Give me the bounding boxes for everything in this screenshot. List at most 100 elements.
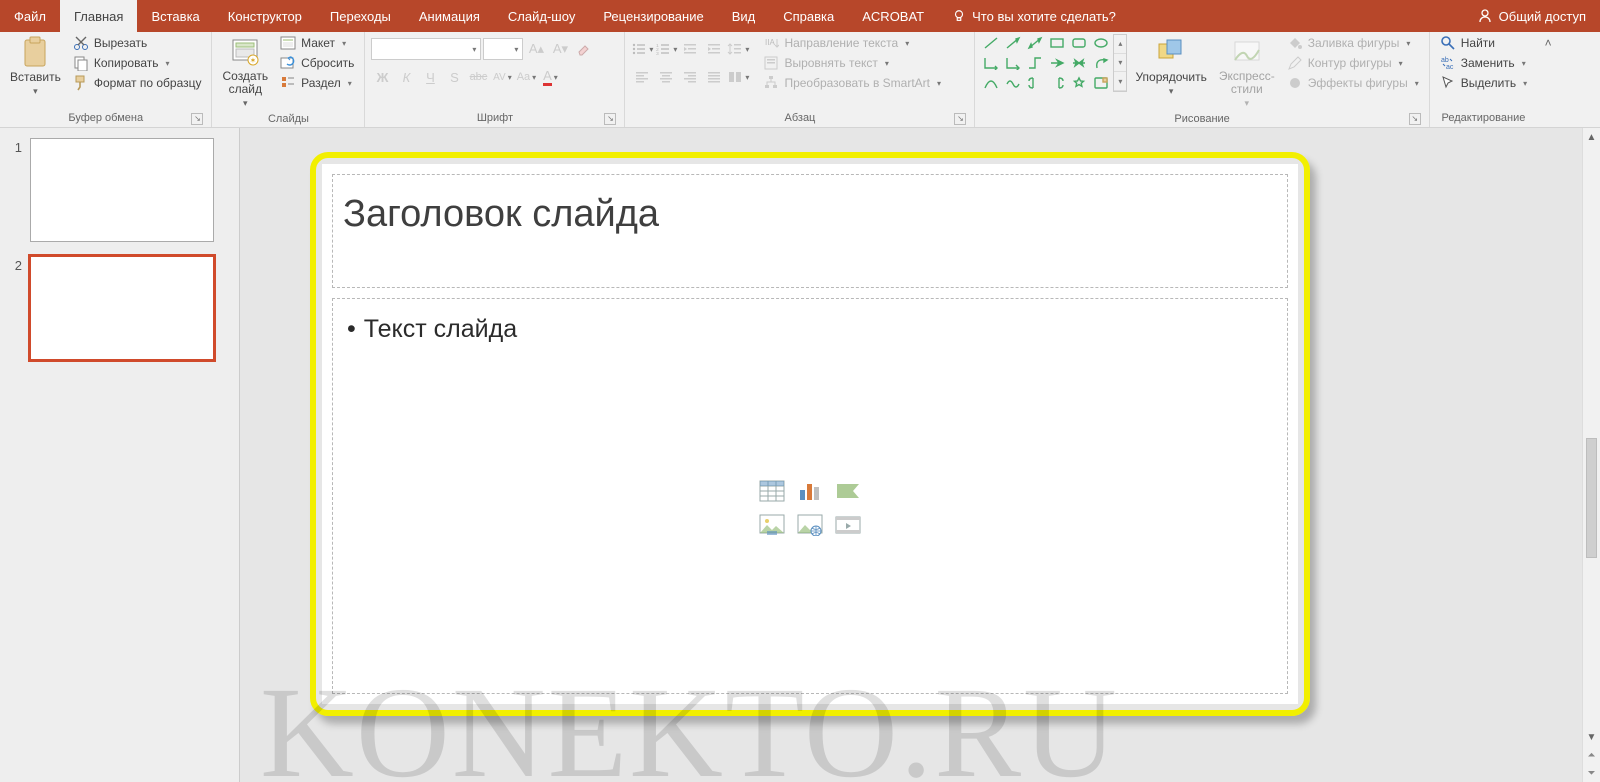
group-slides-label: Слайды xyxy=(218,111,358,127)
reset-icon xyxy=(280,55,296,71)
paragraph-dialog-launcher[interactable]: ↘ xyxy=(954,113,966,125)
new-slide-button[interactable]: ✶ Создать слайд ▾ xyxy=(218,34,272,111)
align-center-button[interactable] xyxy=(655,66,677,88)
slide-thumbnail-1[interactable] xyxy=(30,138,214,242)
underline-button[interactable]: Ч xyxy=(419,66,441,88)
scroll-down-arrow[interactable]: ▼ xyxy=(1583,728,1600,746)
strikethrough-button[interactable]: abc xyxy=(467,66,489,88)
content-placeholder-text: •Текст слайда xyxy=(347,315,1273,344)
tab-slideshow[interactable]: Слайд-шоу xyxy=(494,0,589,32)
insert-table-icon[interactable] xyxy=(757,478,787,504)
tab-file[interactable]: Файл xyxy=(0,0,60,32)
share-icon xyxy=(1477,8,1493,24)
title-placeholder[interactable]: Заголовок слайда xyxy=(332,174,1288,288)
change-case-button[interactable]: Aa▾ xyxy=(515,66,537,88)
cut-button[interactable]: Вырезать xyxy=(69,34,206,52)
collapse-ribbon-button[interactable]: ˄ xyxy=(1545,36,1552,50)
replace-label: Заменить xyxy=(1461,56,1515,70)
decrease-font-button[interactable]: A▾ xyxy=(549,38,571,60)
tab-animation[interactable]: Анимация xyxy=(405,0,494,32)
increase-indent-button[interactable] xyxy=(703,38,725,60)
tab-insert[interactable]: Вставка xyxy=(137,0,213,32)
format-painter-button[interactable]: Формат по образцу xyxy=(69,74,206,92)
replace-button[interactable]: abac Заменить▾ xyxy=(1436,54,1531,72)
new-slide-icon: ✶ xyxy=(229,36,261,68)
insert-picture-icon[interactable] xyxy=(757,512,787,538)
numbering-icon: 123 xyxy=(655,41,671,57)
shape-effects-button[interactable]: Эффекты фигуры▾ xyxy=(1283,74,1423,92)
italic-button[interactable]: К xyxy=(395,66,417,88)
tab-acrobat[interactable]: ACROBAT xyxy=(848,0,938,32)
clipboard-icon xyxy=(19,36,51,68)
indent-icon xyxy=(706,41,722,57)
arrange-icon xyxy=(1155,36,1187,68)
decrease-indent-button[interactable] xyxy=(679,38,701,60)
scroll-thumb[interactable] xyxy=(1586,438,1597,558)
bold-button[interactable]: Ж xyxy=(371,66,393,88)
increase-font-button[interactable]: A▴ xyxy=(525,38,547,60)
insert-video-icon[interactable] xyxy=(833,512,863,538)
scroll-up-arrow[interactable]: ▲ xyxy=(1583,128,1600,146)
font-size-combo[interactable]: ▾ xyxy=(483,38,523,60)
insert-smartart-icon[interactable] xyxy=(833,478,863,504)
text-direction-button[interactable]: IIA Направление текста▾ xyxy=(759,34,945,52)
justify-button[interactable] xyxy=(703,66,725,88)
group-font-label: Шрифт xyxy=(477,112,513,124)
align-right-button[interactable] xyxy=(679,66,701,88)
quick-styles-button[interactable]: Экспресс- стили ▾ xyxy=(1215,34,1279,111)
shape-outline-button[interactable]: Контур фигуры▾ xyxy=(1283,54,1423,72)
text-shadow-button[interactable]: S xyxy=(443,66,465,88)
next-slide-button[interactable]: ⏷ xyxy=(1583,764,1600,782)
clipboard-dialog-launcher[interactable]: ↘ xyxy=(191,113,203,125)
layout-button[interactable]: Макет▾ xyxy=(276,34,358,52)
arrange-button[interactable]: Упорядочить ▾ xyxy=(1131,34,1210,99)
svg-text:✶: ✶ xyxy=(250,56,257,65)
font-color-button[interactable]: A▾ xyxy=(539,66,561,88)
group-clipboard-label: Буфер обмена xyxy=(68,112,143,124)
convert-smartart-button[interactable]: Преобразовать в SmartArt▾ xyxy=(759,74,945,92)
brush-icon xyxy=(73,75,89,91)
tab-home[interactable]: Главная xyxy=(60,0,137,32)
section-button[interactable]: Раздел▾ xyxy=(276,74,358,92)
slide[interactable]: Заголовок слайда •Текст слайда xyxy=(322,164,1298,704)
tab-design[interactable]: Конструктор xyxy=(214,0,316,32)
bullets-button[interactable]: ▾ xyxy=(631,38,653,60)
columns-button[interactable]: ▾ xyxy=(727,66,749,88)
shape-fill-button[interactable]: Заливка фигуры▾ xyxy=(1283,34,1423,52)
insert-chart-icon[interactable] xyxy=(795,478,825,504)
prev-slide-button[interactable]: ⏶ xyxy=(1583,746,1600,764)
tab-help[interactable]: Справка xyxy=(769,0,848,32)
shapes-gallery[interactable] xyxy=(981,34,1111,92)
drawing-dialog-launcher[interactable]: ↘ xyxy=(1409,113,1421,125)
insert-online-picture-icon[interactable] xyxy=(795,512,825,538)
svg-text:ac: ac xyxy=(1446,64,1454,71)
tab-review[interactable]: Рецензирование xyxy=(589,0,717,32)
reset-button[interactable]: Сбросить xyxy=(276,54,358,72)
clear-formatting-button[interactable] xyxy=(573,38,595,60)
slide-thumbnail-2[interactable] xyxy=(30,256,214,360)
tab-view[interactable]: Вид xyxy=(718,0,770,32)
tell-me-search[interactable]: Что вы хотите сделать? xyxy=(938,0,1130,32)
align-text-button[interactable]: Выровнять текст▾ xyxy=(759,54,945,72)
shapes-gallery-scroll[interactable]: ▴▾▾ xyxy=(1113,34,1127,92)
content-placeholder[interactable]: •Текст слайда xyxy=(332,298,1288,694)
slide-canvas-area[interactable]: Заголовок слайда •Текст слайда KONEKTO.R… xyxy=(240,128,1582,782)
numbering-button[interactable]: 123▾ xyxy=(655,38,677,60)
workspace: 1 2 Заголовок слайда •Текст слайда xyxy=(0,128,1600,782)
font-dialog-launcher[interactable]: ↘ xyxy=(604,113,616,125)
thumb-number-1: 1 xyxy=(10,138,22,155)
align-left-button[interactable] xyxy=(631,66,653,88)
char-spacing-button[interactable]: AV▾ xyxy=(491,66,513,88)
font-name-combo[interactable]: ▾ xyxy=(371,38,481,60)
line-spacing-button[interactable]: ▾ xyxy=(727,38,749,60)
vertical-scrollbar[interactable]: ▲ ▼ ⏶ ⏷ xyxy=(1582,128,1600,782)
find-button[interactable]: Найти xyxy=(1436,34,1531,52)
select-button[interactable]: Выделить▾ xyxy=(1436,74,1531,92)
share-button[interactable]: Общий доступ xyxy=(1463,0,1600,32)
thumb-number-2: 2 xyxy=(10,256,22,273)
tab-transitions[interactable]: Переходы xyxy=(316,0,405,32)
paste-button[interactable]: Вставить ▾ xyxy=(6,34,65,99)
pen-icon xyxy=(1287,55,1303,71)
copy-button[interactable]: Копировать▾ xyxy=(69,54,206,72)
text-direction-icon: IIA xyxy=(763,35,779,51)
